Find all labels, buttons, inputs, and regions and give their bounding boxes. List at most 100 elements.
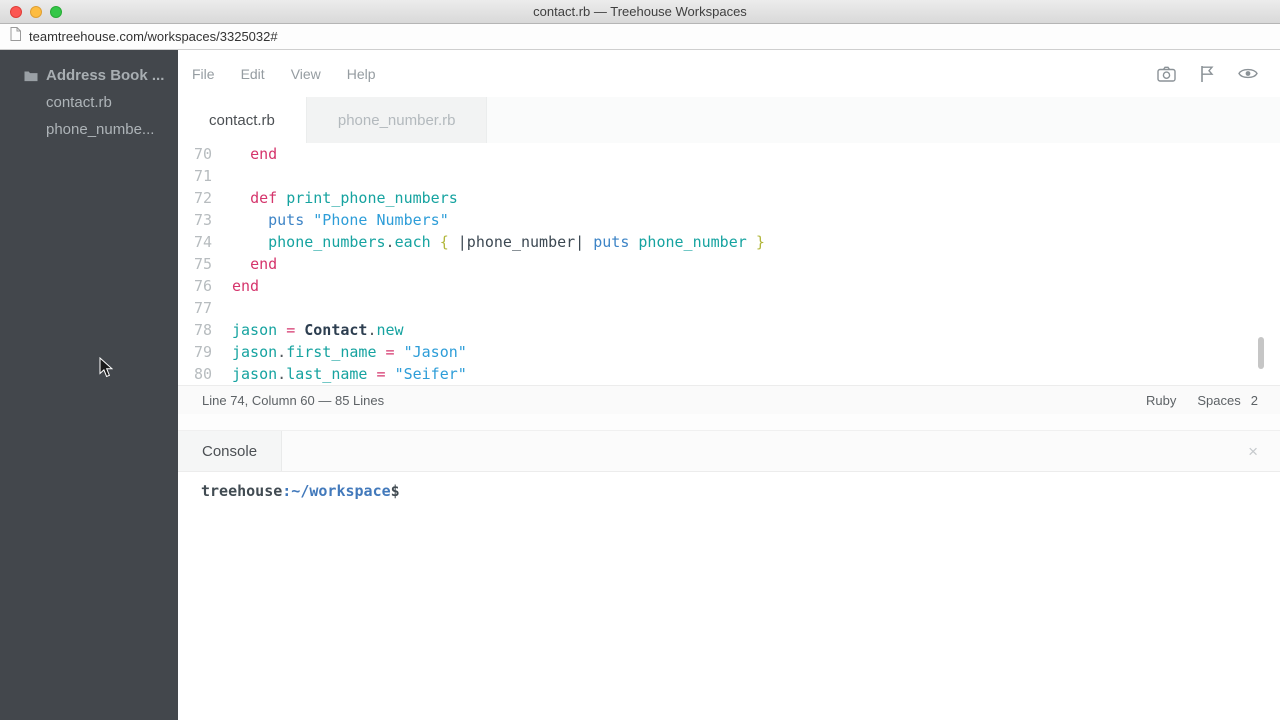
code-segment: print_phone_numbers [286,189,458,207]
window-minimize-button[interactable] [30,6,42,18]
editor-scrollbar-thumb[interactable] [1258,337,1264,369]
tab-contact-rb[interactable]: contact.rb [178,97,306,143]
code-line[interactable]: 76 end [178,275,1280,297]
code-line[interactable]: 74 phone_numbers.each { |phone_number| p… [178,231,1280,253]
code-segment: jason [232,365,277,383]
code-segment [367,365,376,383]
code-segment: puts [268,211,304,229]
line-number: 73 [178,211,212,229]
code-segment [584,233,593,251]
sidebar-item-contact-rb[interactable]: contact.rb [0,89,178,116]
code-line[interactable]: 77 [178,297,1280,319]
code-lines: 70 end7172 def print_phone_numbers73 put… [178,143,1280,385]
code-segment: = [386,343,395,361]
code-line[interactable]: 80 jason.last_name = "Seifer" [178,363,1280,385]
code-segment: . [386,233,395,251]
treehouse-workspace-window: contact.rb — Treehouse Workspaces teamtr… [0,0,1280,720]
window-close-button[interactable] [10,6,22,18]
camera-icon[interactable] [1157,66,1176,82]
line-number: 76 [178,277,212,295]
code-line[interactable]: 73 puts "Phone Numbers" [178,209,1280,231]
code-line[interactable]: 79jason.first_name = "Jason" [178,341,1280,363]
menu-item-view[interactable]: View [291,66,321,82]
console-tab-label: Console [202,443,257,460]
indent-setting[interactable]: Spaces 2 [1197,393,1258,408]
spaces-value: 2 [1251,393,1258,408]
language-mode[interactable]: Ruby [1146,393,1176,408]
menu-item-help[interactable]: Help [347,66,376,82]
code-segment: . [367,321,376,339]
code-segment [232,145,250,163]
code-segment: last_name [286,365,367,383]
code-line[interactable]: 72 def print_phone_numbers [178,187,1280,209]
code-text: end [232,145,277,163]
code-segment [232,233,268,251]
console-close-icon[interactable]: × [1248,443,1258,460]
window-titlebar: contact.rb — Treehouse Workspaces [0,0,1280,24]
folder-icon [24,70,38,82]
sidebar-item-phone-numbe[interactable]: phone_numbe... [0,116,178,143]
statusbar-right: Ruby Spaces 2 [1146,393,1258,408]
line-number: 78 [178,321,212,339]
window-zoom-button[interactable] [50,6,62,18]
console-tab[interactable]: Console [178,431,282,471]
code-segment: end [250,145,277,163]
panel-divider [178,414,1280,430]
editor-tabbar: contact.rb phone_number.rb [178,97,1280,143]
code-text: jason.last_name = "Seifer" [232,365,467,383]
code-text: end [232,255,277,273]
code-segment [295,321,304,339]
code-segment: phone_number [638,233,746,251]
sidebar-file-list: Address Book ... contact.rbphone_numbe... [0,62,178,143]
console-header: Console × [178,430,1280,472]
code-segment: each [395,233,431,251]
menu-item-file[interactable]: File [192,66,215,82]
code-line[interactable]: 78 jason = Contact.new [178,319,1280,341]
content-area: Address Book ... contact.rbphone_numbe...… [0,50,1280,720]
line-number: 74 [178,233,212,251]
code-segment [277,189,286,207]
code-segment: end [232,277,259,295]
sidebar-item-address-book[interactable]: Address Book ... [0,62,178,89]
prompt-symbol: $ [391,482,400,500]
flag-icon[interactable] [1200,65,1214,83]
code-segment [449,233,458,251]
prompt-host: treehouse [201,482,282,500]
code-segment: "Seifer" [395,365,467,383]
code-text: def print_phone_numbers [232,189,458,207]
code-segment [377,343,386,361]
code-editor[interactable]: 70 end7172 def print_phone_numbers73 put… [178,143,1280,385]
code-segment: first_name [286,343,376,361]
code-segment: "Jason" [404,343,467,361]
code-line[interactable]: 75 end [178,253,1280,275]
workspace-main: File Edit View Help contact.rb [178,50,1280,720]
editor-statusbar: Line 74, Column 60 — 85 Lines Ruby Space… [178,385,1280,414]
code-segment: } [756,233,765,251]
menu-item-edit[interactable]: Edit [241,66,265,82]
code-segment: |phone_number| [458,233,584,251]
url-field[interactable]: teamtreehouse.com/workspaces/3325032# [29,29,278,44]
cursor-position: Line 74, Column 60 — 85 Lines [202,393,384,408]
code-text: jason = Contact.new [232,321,404,339]
code-segment: jason [232,343,277,361]
code-segment [304,211,313,229]
line-number: 80 [178,365,212,383]
code-segment: = [377,365,386,383]
code-line[interactable]: 70 end [178,143,1280,165]
code-line[interactable]: 71 [178,165,1280,187]
code-text: end [232,277,259,295]
page-icon [10,27,21,46]
code-segment: def [250,189,277,207]
editor-menubar: File Edit View Help [178,50,1280,97]
console-terminal[interactable]: treehouse:~/workspace$ [178,472,1280,720]
code-segment [431,233,440,251]
sidebar-item-label: Address Book ... [46,67,164,84]
code-segment [277,321,286,339]
line-number: 72 [178,189,212,207]
tab-phone-number-rb[interactable]: phone_number.rb [306,97,488,143]
code-segment: . [277,365,286,383]
window-title: contact.rb — Treehouse Workspaces [533,4,747,19]
eye-icon[interactable] [1238,67,1258,80]
code-segment: new [377,321,404,339]
line-number: 79 [178,343,212,361]
